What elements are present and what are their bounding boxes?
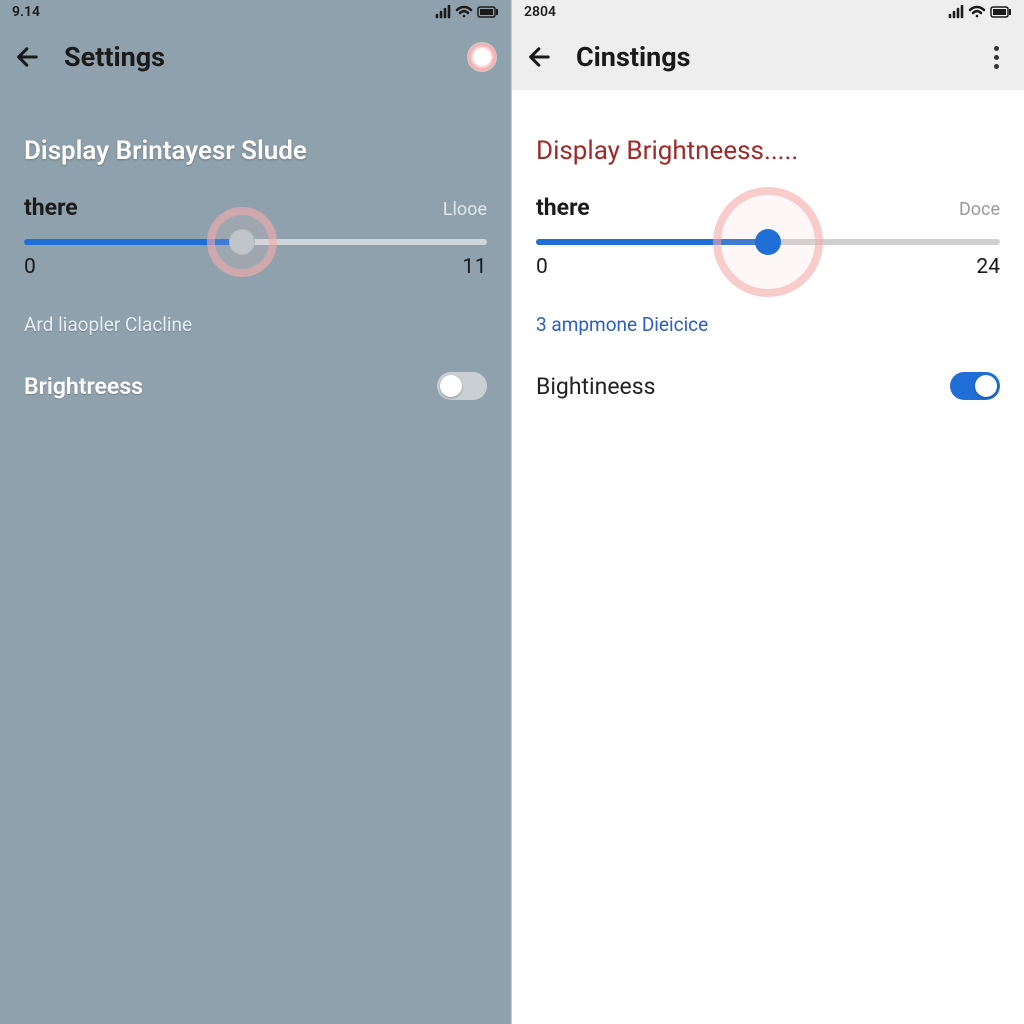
page-title: Settings	[64, 41, 445, 73]
toggle-knob	[440, 375, 462, 397]
toggle-knob	[975, 375, 997, 397]
page-title: Cinstings	[576, 41, 960, 73]
avatar[interactable]	[467, 42, 497, 72]
slider-label-left: there	[24, 194, 78, 221]
back-arrow-icon[interactable]	[526, 43, 554, 71]
wifi-icon	[968, 5, 986, 19]
more-menu-icon[interactable]	[982, 43, 1010, 71]
slider-label-right: Doce	[959, 199, 1000, 220]
status-time: 9.14	[12, 4, 40, 20]
slider-max: 24	[976, 255, 1000, 279]
content-area: Display Brintayesr Slude there Llooe 0 1…	[0, 90, 511, 422]
status-bar: 2804	[512, 0, 1024, 24]
status-bar: 9.14	[0, 0, 511, 24]
wifi-icon	[455, 5, 473, 19]
back-arrow-icon[interactable]	[14, 43, 42, 71]
toggle-row: Brightreess	[24, 372, 487, 400]
brightness-slider[interactable]	[536, 239, 1000, 245]
slider-touch-ring	[207, 207, 277, 277]
header: Cinstings	[512, 24, 1024, 90]
signal-icon	[435, 5, 451, 19]
slider-label-right: Llooe	[443, 199, 487, 220]
slider-thumb[interactable]	[207, 207, 277, 277]
right-pane: 2804 Cinstings Display Brightneess..... …	[512, 0, 1024, 1024]
battery-icon	[990, 6, 1012, 18]
slider-knob	[755, 229, 781, 255]
left-pane: 9.14 Settings Display Brintayesr Slude t…	[0, 0, 512, 1024]
status-time: 2804	[524, 4, 556, 20]
content-area: Display Brightneess..... there Doce 0 24…	[512, 90, 1024, 422]
status-icons	[948, 5, 1012, 19]
slider-min: 0	[536, 255, 548, 279]
brightness-toggle[interactable]	[437, 372, 487, 400]
slider-min: 0	[24, 255, 36, 279]
section-title: Display Brintayesr Slude	[24, 136, 487, 166]
slider-touch-ring	[713, 187, 823, 297]
slider-subtext: 3 ampmone Dieicice	[536, 313, 1000, 336]
slider-thumb[interactable]	[713, 187, 823, 297]
status-icons	[435, 5, 499, 19]
slider-max: 11	[462, 255, 487, 279]
slider-subtext: Ard liaopler Clacline	[24, 313, 487, 336]
signal-icon	[948, 5, 964, 19]
brightness-slider[interactable]	[24, 239, 487, 245]
brightness-toggle[interactable]	[950, 372, 1000, 400]
header: Settings	[0, 24, 511, 90]
toggle-label: Brightreess	[24, 373, 143, 400]
toggle-label: Bightineess	[536, 373, 655, 400]
battery-icon	[477, 6, 499, 18]
section-title: Display Brightneess.....	[536, 136, 1000, 166]
slider-label-left: there	[536, 194, 590, 221]
slider-knob	[229, 229, 255, 255]
toggle-row: Bightineess	[536, 372, 1000, 400]
